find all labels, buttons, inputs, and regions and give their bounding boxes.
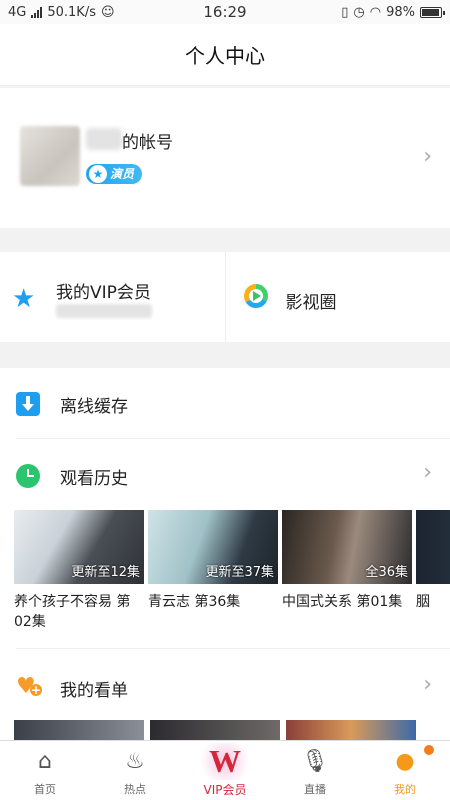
battery-percent: 98% [386,4,415,20]
clock-icon [16,464,40,488]
offline-cache-label: 离线缓存 [60,397,128,417]
title-bar: 个人中心 [0,24,450,86]
video-thumbnail[interactable]: 全36集 [282,510,412,584]
vip-logo-icon: W [180,742,270,780]
tab-hot[interactable]: ♨ 热点 [90,741,180,800]
video-title: 中国式关系 第01集 [282,594,403,610]
my-vip-button[interactable]: ★ 我的VIP会员 [0,252,225,342]
video-thumbnail[interactable] [286,720,416,740]
blurred-username [86,128,122,150]
video-thumbnail[interactable]: 更新至12集 [14,510,144,584]
watchlist-thumbnails[interactable] [14,720,450,740]
signal-icon [31,6,43,18]
offline-cache-item[interactable]: 离线缓存 [0,368,450,438]
person-icon: ● [395,748,415,774]
tab-live-label: 直播 [304,783,326,796]
profile-card[interactable]: 的帐号 ★ 演员 › [0,88,450,228]
history-carousel[interactable]: 更新至12集 养个孩子不容易 第02集 更新至37集 青云志 第36集 全36集… [14,510,450,640]
my-vip-label: 我的VIP会员 [56,283,151,303]
divider [16,648,450,649]
star-icon: ★ [89,165,107,183]
wifi-icon: ◠ [369,4,382,20]
heart-add-icon: ♥ + [16,674,42,699]
video-thumbnail[interactable]: 更新至37集 [148,510,278,584]
video-title: 青云志 第36集 [148,594,241,610]
divider [16,438,450,439]
status-bar: 4G 50.1K/s ☺ 16:29 ▯ ◷ ◠ 98% [0,0,450,24]
video-thumbnail[interactable] [14,720,144,740]
tab-home[interactable]: ⌂ 首页 [0,741,90,800]
blurred-vip-status [56,304,152,318]
film-circle-button[interactable]: 影视圈 [224,252,450,342]
history-card[interactable]: 全36集 中国式关系 第01集 [282,510,412,612]
history-card[interactable]: 胭 [416,510,450,612]
video-title: 胭 [416,594,430,610]
microphone-icon: 🎙 [301,748,329,774]
history-card[interactable]: 更新至37集 青云志 第36集 [148,510,278,612]
network-speed: 50.1K/s [47,4,96,20]
tab-live[interactable]: 🎙 直播 [270,741,360,800]
flame-icon: ♨ [125,748,145,774]
film-circle-icon [243,284,268,308]
role-badge: ★ 演员 [86,164,143,184]
role-badge-label: 演员 [110,167,135,181]
tab-mine-label: 我的 [394,783,416,796]
video-thumbnail[interactable] [150,720,280,740]
film-circle-label: 影视圈 [285,293,337,313]
tab-home-label: 首页 [34,783,56,796]
vip-star-icon: ★ [12,284,36,314]
my-watchlist-item[interactable]: ♥ + 我的看单 › [0,652,450,722]
tab-mine[interactable]: ● 我的 [360,741,450,800]
network-type: 4G [8,4,27,20]
chevron-right-icon: › [423,672,432,697]
account-label: 的帐号 [122,133,173,153]
vibrate-icon: ▯ [341,4,349,20]
vip-row: ★ 我的VIP会员 影视圈 [0,252,450,342]
qq-icon: ☺ [100,4,115,20]
page-title: 个人中心 [185,44,265,68]
notification-dot [424,745,434,755]
chevron-right-icon: › [423,144,432,169]
history-card[interactable]: 更新至12集 养个孩子不容易 第02集 [14,510,144,632]
watch-history-label: 观看历史 [60,469,128,489]
tab-vip-label: VIP会员 [203,783,247,797]
alarm-icon: ◷ [353,4,365,20]
chevron-right-icon: › [423,460,432,485]
avatar[interactable] [20,126,80,186]
menu-list: 离线缓存 观看历史 › 更新至12集 养个孩子不容易 第02集 更新至37集 青… [0,368,450,740]
tab-hot-label: 热点 [124,783,146,796]
episode-status: 更新至37集 [205,565,274,580]
watch-history-item[interactable]: 观看历史 › [0,440,450,510]
video-title: 养个孩子不容易 第02集 [14,594,131,630]
download-icon [16,392,40,416]
battery-icon [420,6,445,18]
video-thumbnail[interactable] [416,510,450,584]
bottom-tab-bar: ⌂ 首页 ♨ 热点 W VIP会员 🎙 直播 ● 我的 [0,740,450,800]
home-icon: ⌂ [38,748,52,774]
my-watchlist-label: 我的看单 [60,681,128,701]
episode-status: 全36集 [365,565,408,580]
episode-status: 更新至12集 [71,565,140,580]
tab-vip[interactable]: W VIP会员 [180,741,270,800]
